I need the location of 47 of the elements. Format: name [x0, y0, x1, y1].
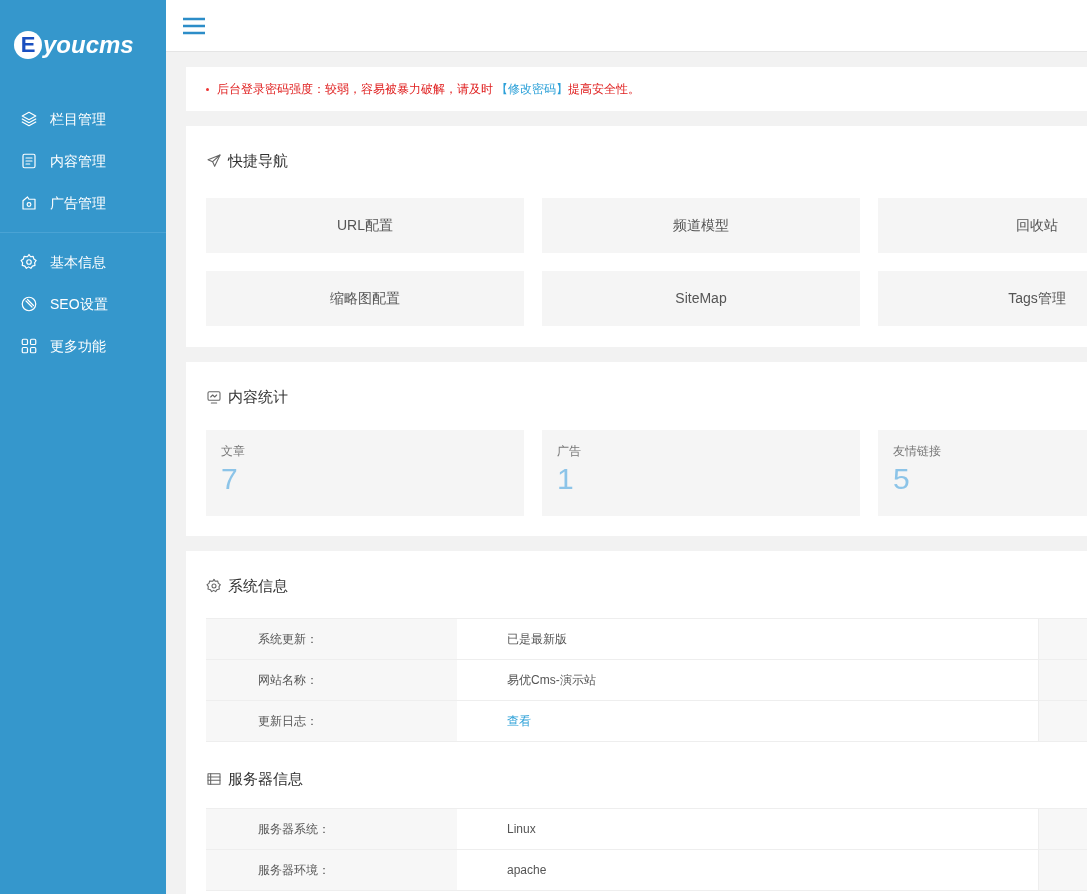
shortcut-button[interactable]: 缩略图配置: [206, 270, 524, 326]
table-cell: 网站名称：: [206, 659, 457, 700]
layers-icon: [20, 110, 38, 128]
shortcut-button[interactable]: Tags管理: [878, 270, 1087, 326]
table-cell-text: apache: [507, 862, 547, 879]
menu-icon[interactable]: [183, 16, 205, 35]
table-cell-text: 易优Cms-演示站: [507, 671, 596, 689]
settings-icon: [206, 578, 222, 595]
stat-label: 文章: [221, 443, 246, 460]
document-icon: [20, 152, 38, 170]
shortcut-button[interactable]: SiteMap: [542, 270, 860, 326]
stat-value: 1: [557, 461, 575, 497]
password-warning: 后台登录密码强度：较弱，容易被暴力破解，请及时 【修改密码】提高安全性。: [217, 81, 641, 98]
view-link[interactable]: 查看: [507, 711, 531, 730]
sidebar-item[interactable]: 广告管理: [0, 182, 166, 224]
logo: E youcms: [0, 0, 166, 90]
table-cell: 服务器系统：: [206, 809, 457, 849]
grid-icon: [20, 337, 38, 355]
sidebar-item[interactable]: SEO设置: [0, 283, 166, 325]
send-icon: [206, 153, 222, 170]
stat-value: 7: [221, 461, 239, 497]
section-title: 系统信息: [228, 576, 288, 596]
section-title: 内容统计: [228, 386, 288, 407]
server-icon: [206, 770, 222, 787]
section-title: 服务器信息: [228, 768, 303, 789]
sidebar-item[interactable]: 内容管理: [0, 140, 166, 182]
table-cell-text: 已是最新版: [507, 630, 567, 648]
folder-icon: [20, 194, 38, 212]
settings-icon: [20, 253, 38, 271]
slashed-circle-icon: [20, 295, 38, 313]
shortcut-button[interactable]: URL配置: [206, 197, 524, 253]
table-cell: 服务器环境：: [206, 850, 457, 890]
stat-label: 友情链接: [893, 443, 942, 460]
stat-value: 5: [893, 461, 911, 497]
monitor-icon: [206, 388, 222, 405]
stat-label: 广告: [557, 443, 582, 460]
section-title: 快捷导航: [228, 151, 288, 171]
sidebar-item[interactable]: 栏目管理: [0, 98, 166, 140]
shortcut-button[interactable]: 回收站: [878, 197, 1087, 253]
table-cell-text: Linux: [507, 821, 536, 838]
table-cell: 系统更新：: [206, 618, 457, 659]
shortcut-button[interactable]: 频道模型: [542, 197, 860, 253]
sidebar-item[interactable]: 更多功能: [0, 325, 166, 367]
table-cell: 更新日志：: [206, 700, 457, 741]
change-password-link[interactable]: 【修改密码】: [496, 82, 569, 96]
alert-bullet-icon: [206, 87, 209, 91]
sidebar-item[interactable]: 基本信息: [0, 241, 166, 283]
